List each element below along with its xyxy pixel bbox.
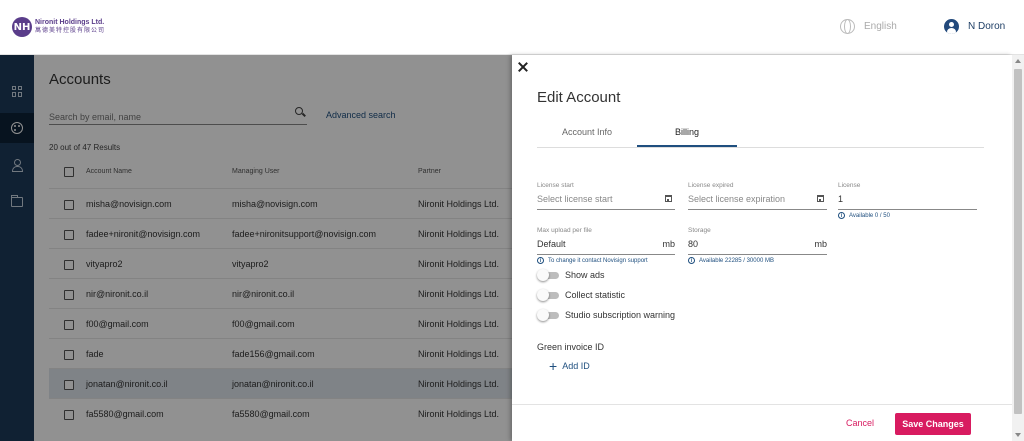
- max-upload-unit: mb: [662, 239, 675, 249]
- user-menu[interactable]: N Doron: [944, 19, 1005, 34]
- logo-icon: NH: [12, 17, 32, 37]
- collect-statistic-label: Collect statistic: [565, 290, 626, 300]
- max-upload-label: Max upload per file: [537, 227, 592, 234]
- top-bar: NH Nironit Holdings Ltd. 萬德美特控股有限公司 Engl…: [0, 0, 1024, 55]
- company-logo[interactable]: NH Nironit Holdings Ltd. 萬德美特控股有限公司: [12, 17, 105, 37]
- license-input[interactable]: 1: [838, 194, 843, 204]
- license-label: License: [838, 182, 861, 189]
- info-icon: i: [537, 257, 544, 264]
- storage-unit: mb: [814, 239, 827, 249]
- add-id-button[interactable]: + Add ID: [549, 358, 590, 374]
- license-start-input[interactable]: Select license start: [537, 194, 613, 204]
- account-circle-icon: [944, 19, 959, 34]
- scroll-down-icon[interactable]: [1015, 433, 1021, 437]
- max-upload-field[interactable]: Max upload per file Default mb: [537, 227, 675, 255]
- close-icon[interactable]: [517, 61, 529, 73]
- globe-icon: [840, 19, 855, 34]
- tab-billing[interactable]: Billing: [637, 127, 737, 137]
- info-icon: i: [688, 257, 695, 264]
- license-start-field[interactable]: License start Select license start: [537, 182, 675, 210]
- show-ads-label: Show ads: [565, 270, 605, 280]
- modal-backdrop[interactable]: [0, 55, 512, 441]
- user-name: N Doron: [968, 21, 1006, 32]
- language-label: English: [864, 21, 897, 32]
- storage-label: Storage: [688, 227, 711, 234]
- cancel-button[interactable]: Cancel: [846, 418, 874, 428]
- license-start-label: License start: [537, 182, 574, 189]
- save-changes-button[interactable]: Save Changes: [895, 413, 971, 435]
- studio-subscription-warning-toggle[interactable]: [537, 309, 559, 321]
- license-expired-label: License expired: [688, 182, 734, 189]
- storage-input[interactable]: 80: [688, 239, 698, 249]
- active-tab-indicator: [637, 145, 737, 147]
- max-upload-input[interactable]: Default: [537, 239, 566, 249]
- info-icon: i: [838, 212, 845, 219]
- max-upload-hint: i To change it contact Novisign support: [537, 257, 648, 264]
- drawer-tabs: Account Info Billing: [537, 120, 984, 148]
- show-ads-toggle[interactable]: [537, 269, 559, 281]
- green-invoice-title: Green invoice ID: [537, 342, 605, 352]
- collect-statistic-toggle[interactable]: [537, 289, 559, 301]
- calendar-icon[interactable]: [817, 195, 824, 202]
- license-field[interactable]: License 1: [838, 182, 977, 210]
- drawer-footer: Cancel Save Changes: [512, 404, 1012, 441]
- studio-subscription-warning-label: Studio subscription warning: [565, 310, 676, 320]
- scroll-up-icon[interactable]: [1015, 59, 1021, 63]
- storage-field[interactable]: Storage 80 mb: [688, 227, 827, 255]
- edit-account-drawer: Edit Account Account Info Billing Licens…: [512, 55, 1012, 441]
- license-expired-input[interactable]: Select license expiration: [688, 194, 785, 204]
- language-selector[interactable]: English: [840, 19, 897, 34]
- license-expired-field[interactable]: License expired Select license expiratio…: [688, 182, 827, 210]
- drawer-scrollbar[interactable]: [1012, 55, 1024, 441]
- drawer-title: Edit Account: [537, 89, 621, 106]
- license-hint: i Available 0 / 50: [838, 212, 890, 219]
- tab-account-info[interactable]: Account Info: [537, 127, 637, 137]
- logo-line2: 萬德美特控股有限公司: [35, 28, 106, 34]
- storage-hint: i Available 22285 / 30000 MB: [688, 257, 774, 264]
- logo-line1: Nironit Holdings Ltd.: [35, 19, 105, 26]
- calendar-icon[interactable]: [665, 195, 672, 202]
- plus-icon: +: [549, 358, 558, 374]
- scrollbar-thumb[interactable]: [1014, 69, 1022, 414]
